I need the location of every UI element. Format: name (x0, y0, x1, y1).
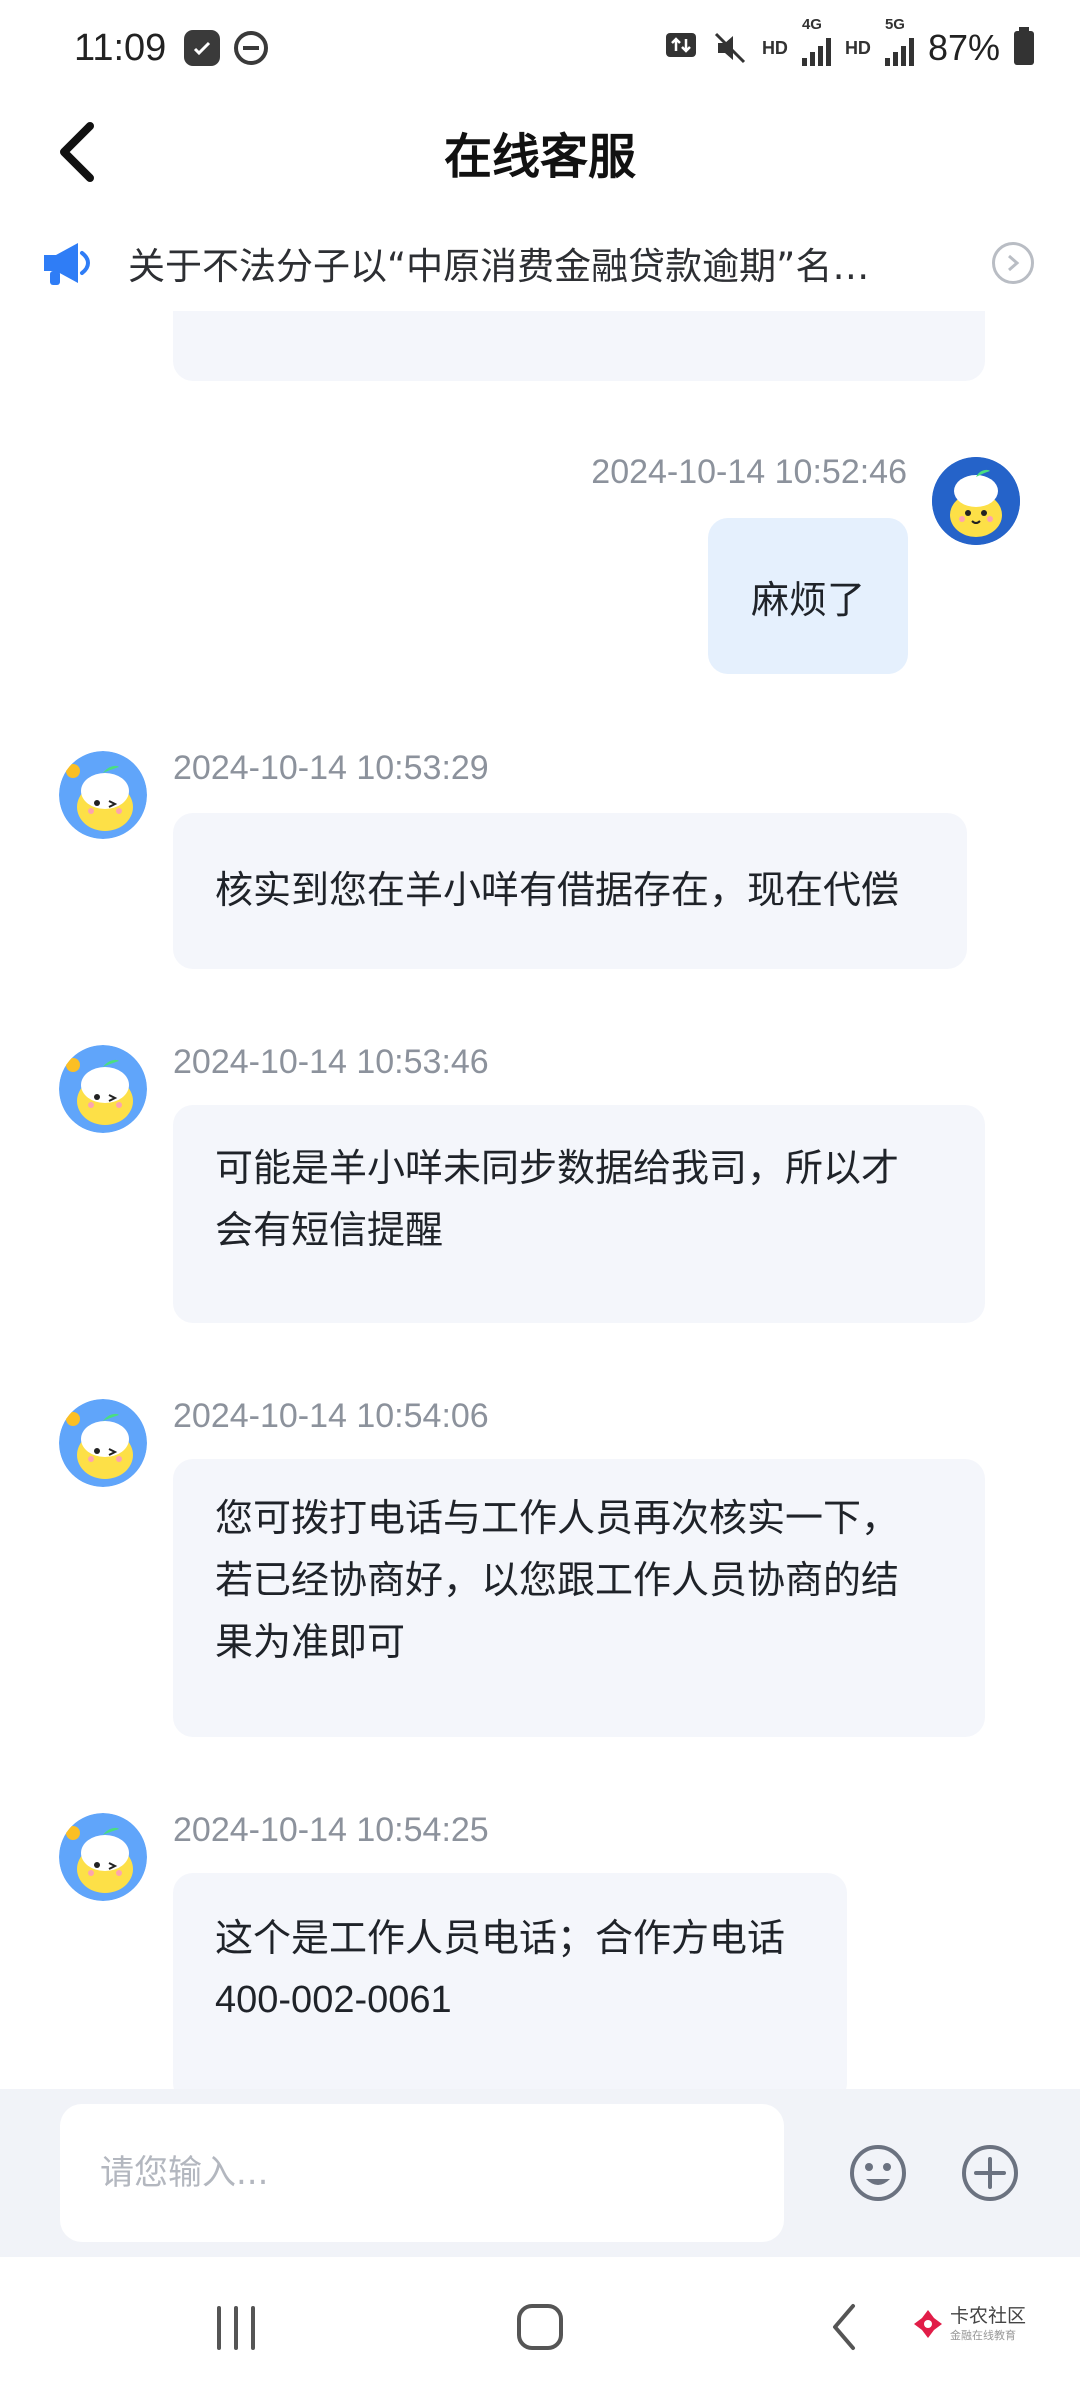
chevron-right-icon (1008, 254, 1020, 272)
message-timestamp: 2024-10-14 10:54:06 (173, 1397, 489, 1435)
app-header: 在线客服 (0, 96, 1080, 208)
network-type-4g: 4G (801, 16, 822, 33)
message-line: 果为准即可 (215, 1620, 406, 1664)
system-nav-bar: 卡农社区 金融在线教育 (0, 2257, 1080, 2400)
back-button[interactable] (40, 114, 116, 190)
recent-apps-button[interactable] (196, 2287, 276, 2367)
input-bar (0, 2089, 1080, 2257)
message-input[interactable] (60, 2104, 784, 2242)
agent-avatar (59, 1045, 147, 1133)
nav-back-button[interactable] (804, 2287, 884, 2367)
home-icon (517, 2304, 563, 2350)
status-bar: 11:09 HD 4G HD 5G 87% (0, 0, 1080, 96)
add-button[interactable] (958, 2141, 1022, 2205)
data-transfer-icon (665, 33, 696, 57)
message-line: 核实到您在羊小咩有借据存在，现在代偿 (215, 868, 900, 912)
notice-bar[interactable]: 关于不法分子以“中原消费金融贷款逾期”名… (0, 215, 1080, 311)
hd-label-1: HD (761, 37, 788, 58)
message-line: 若已经协商好，以您跟工作人员协商的结 (215, 1558, 900, 1602)
signal-5g: 5G (884, 16, 914, 66)
hd-label-2: HD (844, 37, 871, 58)
battery-percent: 87% (927, 27, 1000, 68)
message-bubble-incoming: 这个是工作人员电话；合作方电话 400-002-0061 (173, 1873, 847, 2089)
watermark-logo: 卡农社区 金融在线教育 (912, 2305, 1026, 2343)
status-time: 11:09 (74, 26, 167, 69)
message-line: 400-002-0061 (215, 1979, 452, 2021)
megaphone-icon (44, 243, 91, 285)
message-line: 您可拨打电话与工作人员再次核实一下， (215, 1496, 900, 1540)
message-bubble-outgoing: 麻烦了 (708, 518, 908, 674)
notice-more-button[interactable] (992, 242, 1034, 284)
message-line: 会有短信提醒 (215, 1208, 444, 1252)
message-timestamp: 2024-10-14 10:52:46 (591, 453, 907, 491)
notice-text[interactable]: 关于不法分子以“中原消费金融贷款逾期”名… (128, 236, 1028, 290)
watermark-name: 卡农社区 (949, 2305, 1026, 2327)
message-bubble-incoming: 您可拨打电话与工作人员再次核实一下， 若已经协商好，以您跟工作人员协商的结 果为… (173, 1459, 985, 1737)
message-line: 可能是羊小咩未同步数据给我司，所以才 (215, 1146, 900, 1190)
signal-4g: 4G (801, 16, 831, 66)
battery-icon (1014, 27, 1034, 65)
recent-apps-icon (217, 2306, 255, 2350)
message-timestamp: 2024-10-14 10:53:46 (173, 1043, 489, 1081)
home-button[interactable] (500, 2287, 580, 2367)
watermark-sub: 金融在线教育 (949, 2329, 1016, 2342)
kanong-logo-icon (913, 2310, 942, 2338)
network-type-5g: 5G (884, 16, 905, 33)
message-bubble-incoming: 核实到您在羊小咩有借据存在，现在代偿 (173, 813, 967, 969)
message-bubble-partial (173, 311, 985, 381)
app-notification-icon (184, 30, 221, 66)
agent-avatar (59, 751, 147, 839)
agent-avatar (59, 1399, 147, 1487)
message-text: 麻烦了 (750, 577, 865, 622)
page-title: 在线客服 (443, 129, 636, 185)
user-avatar[interactable] (932, 457, 1020, 545)
emoji-button[interactable] (846, 2141, 910, 2205)
chevron-left-icon (60, 122, 94, 182)
back-icon (833, 2304, 855, 2350)
signal-icon (801, 36, 831, 66)
agent-avatar (59, 1813, 147, 1901)
message-bubble-incoming: 可能是羊小咩未同步数据给我司，所以才 会有短信提醒 (173, 1105, 985, 1323)
message-timestamp: 2024-10-14 10:53:29 (173, 749, 489, 787)
chat-area[interactable]: 2024-10-14 10:52:46 麻烦了 2024-10-14 10:53… (0, 311, 1080, 2089)
signal-icon (884, 36, 914, 66)
message-timestamp: 2024-10-14 10:54:25 (173, 1811, 489, 1849)
mute-icon (714, 32, 745, 64)
do-not-disturb-icon (234, 31, 269, 65)
message-line: 这个是工作人员电话；合作方电话 (215, 1916, 786, 1960)
